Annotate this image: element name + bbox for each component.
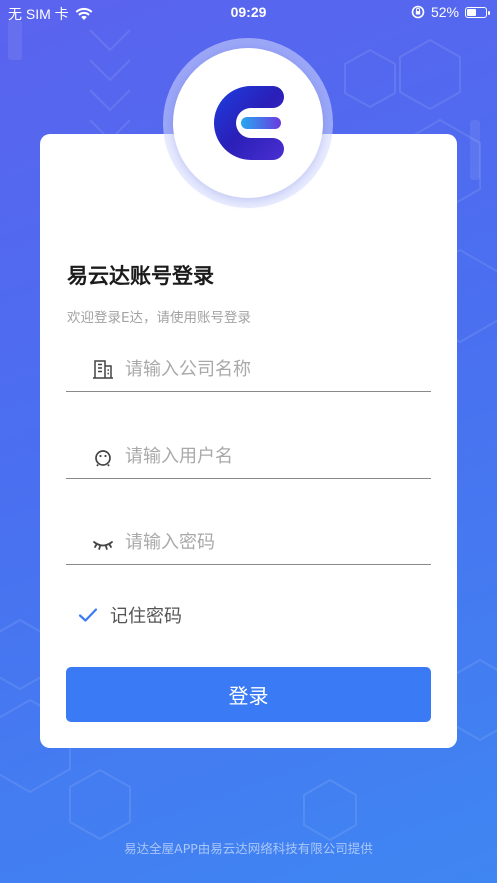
user-face-icon [95,450,111,467]
company-field [66,352,431,392]
username-field [66,439,431,479]
remember-password-label: 记住密码 [110,606,182,627]
footer-text: 易达全屋APP由易云达网络科技有限公司提供 [124,841,373,856]
status-bar: 无 SIM 卡 09:29 52% [0,0,497,26]
closed-eye-icon[interactable] [91,531,115,553]
battery-level [467,8,476,16]
login-title: 易云达账号登录 [67,264,214,288]
company-input[interactable] [125,356,415,382]
login-subtitle: 欢迎登录E达，请使用账号登录 [67,310,252,326]
login-button[interactable]: 登录 [66,667,431,722]
battery-percent: 52% [430,4,459,20]
status-right: 52% [411,4,490,20]
remember-password-toggle[interactable]: 记住密码 [78,602,182,628]
battery-icon [465,6,490,18]
app-logo [214,86,284,160]
username-input[interactable] [125,443,415,469]
password-input[interactable] [125,529,415,555]
checkmark-icon [78,608,98,622]
login-card: 易云达账号登录 欢迎登录E达，请使用账号登录 请输入公司名称 请输入用户名 记住… [40,134,457,748]
orientation-lock-icon [411,5,425,19]
password-field [66,525,431,565]
building-icon [93,360,113,379]
